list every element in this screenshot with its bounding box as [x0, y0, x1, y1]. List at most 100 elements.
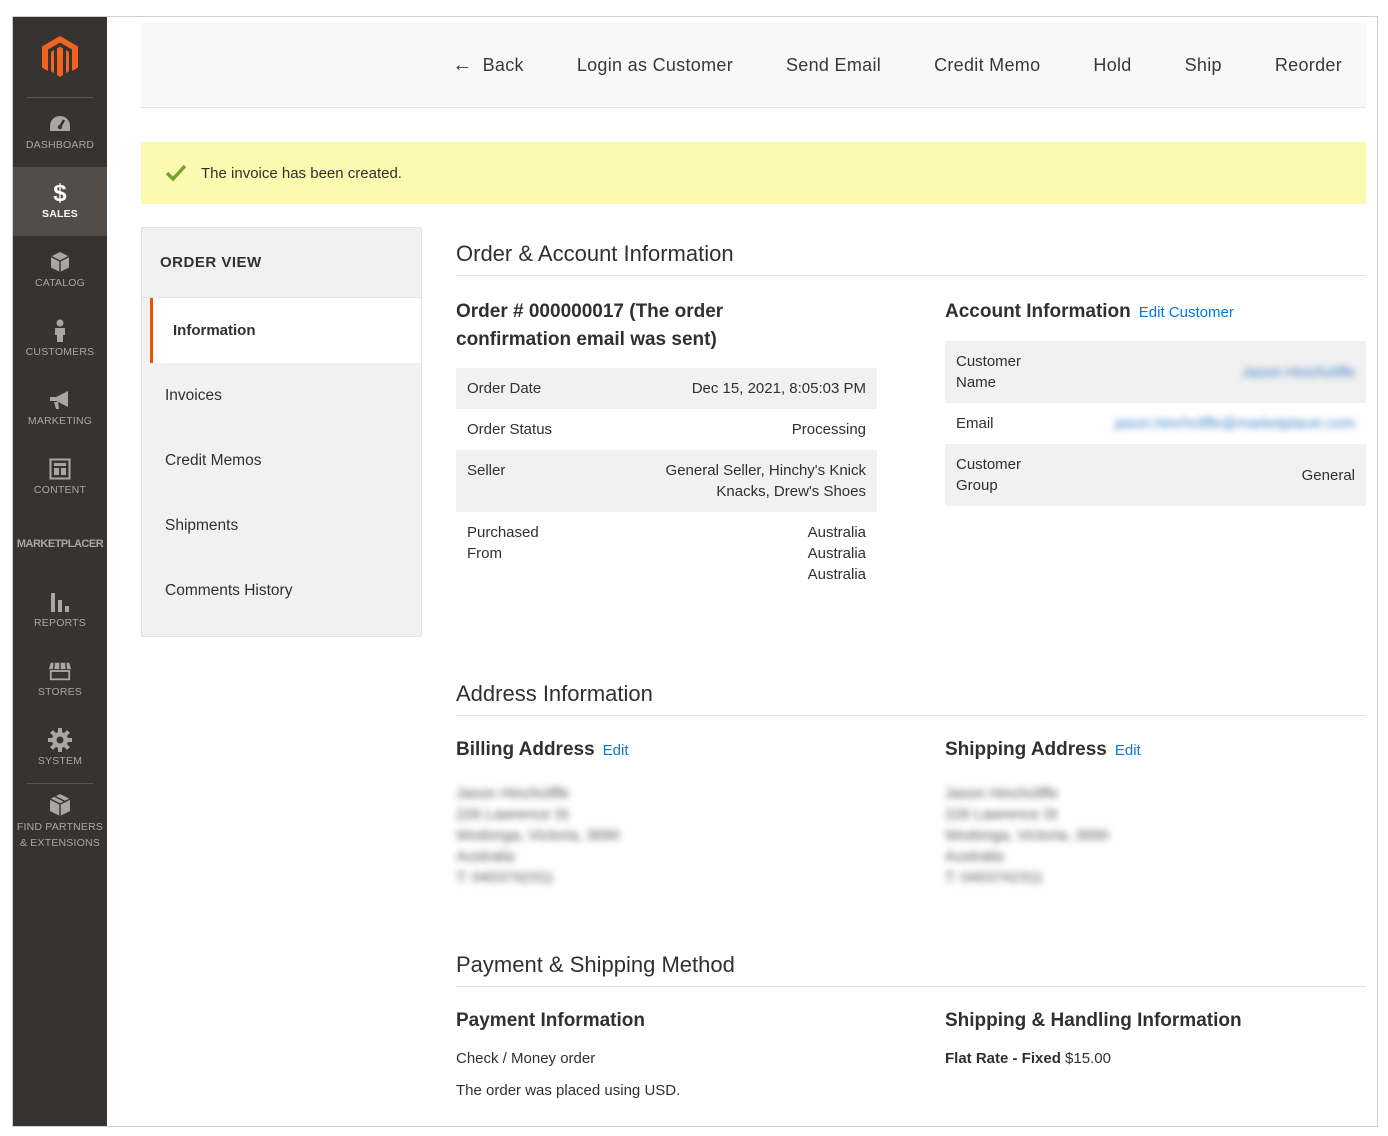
reorder-button[interactable]: Reorder: [1275, 55, 1342, 76]
sidebar-item-label: SYSTEM: [37, 755, 83, 767]
customer-name-value[interactable]: Jason Hinchcliffe: [1062, 341, 1366, 403]
back-button-label: Back: [482, 54, 524, 75]
page-content: ← Back Login as Customer Send Email Cred…: [107, 17, 1377, 1126]
billing-address-heading: Billing Address: [456, 739, 595, 760]
address-line: T: 0403742311: [456, 869, 555, 886]
sidebar-item-system[interactable]: SYSTEM: [13, 714, 107, 783]
email-label: Email: [956, 415, 994, 432]
address-line: Australia: [945, 848, 1004, 865]
order-view-tabs: ORDER VIEW Information Invoices Credit M…: [141, 227, 422, 637]
customer-group-value: General: [1062, 444, 1366, 506]
customer-name-link[interactable]: Jason Hinchcliffe: [1242, 364, 1355, 381]
admin-sidebar: DASHBOARD $ SALES CATALOG CUSTOMERS MARK…: [13, 17, 107, 1126]
table-row: Order Date Dec 15, 2021, 8:05:03 PM: [456, 368, 877, 409]
edit-shipping-address-link[interactable]: Edit: [1115, 742, 1141, 759]
customer-group-label-text: Customer Group: [956, 456, 1022, 494]
shipping-address: Jason Hinchcliffe 226 Lawrence St Wodong…: [945, 783, 1366, 888]
edit-billing-address-link[interactable]: Edit: [603, 742, 629, 759]
bar-chart-icon: [48, 590, 72, 614]
email-value[interactable]: jason.hinchcliffe@marketplacer.com: [1063, 403, 1366, 444]
tab-information[interactable]: Information: [150, 298, 421, 363]
sidebar-item-label: CONTENT: [33, 484, 87, 496]
seller-value: General Seller, Hinchy's Knick Knacks, D…: [587, 450, 877, 512]
account-information-title: Account Information Edit Customer: [945, 298, 1366, 327]
sidebar-item-content[interactable]: CONTENT: [13, 443, 107, 512]
sidebar-item-label: STORES: [37, 686, 83, 698]
account-information-block: Account Information Edit Customer Custome…: [945, 298, 1366, 595]
table-row: Purchased From Australia Australia Austr…: [456, 512, 877, 595]
order-title: Order # 000000017 (The order confirmatio…: [456, 301, 724, 350]
shipping-address-block: Shipping Address Edit Jason Hinchcliffe 2…: [945, 736, 1366, 888]
table-row: Order Status Processing: [456, 409, 877, 450]
tab-comments-history[interactable]: Comments History: [142, 558, 421, 623]
shipping-handling-block: Shipping & Handling Information Flat Rat…: [945, 1007, 1366, 1107]
sidebar-item-label: MARKETPLACER: [16, 537, 104, 550]
sidebar-item-catalog[interactable]: CATALOG: [13, 236, 107, 305]
ship-button[interactable]: Ship: [1185, 55, 1222, 76]
customer-name-label: Customer Name: [945, 341, 1063, 403]
tab-invoices[interactable]: Invoices: [142, 363, 421, 428]
login-as-customer-button[interactable]: Login as Customer: [577, 55, 733, 76]
payment-shipping-section-title: Payment & Shipping Method: [456, 952, 1366, 987]
storefront-icon: [48, 659, 72, 683]
address-line: Australia: [456, 848, 515, 865]
shipping-price: $15.00: [1065, 1050, 1111, 1067]
sidebar-item-customers[interactable]: CUSTOMERS: [13, 305, 107, 374]
sidebar-item-stores[interactable]: STORES: [13, 645, 107, 714]
send-email-button[interactable]: Send Email: [786, 55, 881, 76]
credit-memo-button[interactable]: Credit Memo: [934, 55, 1040, 76]
success-message: The invoice has been created.: [141, 142, 1366, 204]
seller-value-text: General Seller, Hinchy's Knick Knacks, D…: [665, 462, 866, 500]
cube-icon: [48, 793, 72, 817]
magento-logo-icon[interactable]: [13, 17, 107, 97]
customer-email-link[interactable]: jason.hinchcliffe@marketplacer.com: [1115, 415, 1355, 432]
billing-address-block: Billing Address Edit Jason Hinchcliffe 22…: [456, 736, 877, 888]
sidebar-item-sales[interactable]: $ SALES: [13, 167, 107, 236]
order-status-value: Processing: [791, 421, 866, 438]
shipping-address-heading: Shipping Address: [945, 739, 1107, 760]
payment-method: Check / Money order: [456, 1050, 596, 1067]
order-information-table: Order Date Dec 15, 2021, 8:05:03 PM Orde…: [456, 368, 877, 595]
tab-credit-memos[interactable]: Credit Memos: [142, 428, 421, 493]
sidebar-item-label: DASHBOARD: [25, 139, 95, 151]
account-information-table: Customer Name Jason Hinchcliffe Email ja…: [945, 341, 1366, 506]
sidebar-item-label: CUSTOMERS: [25, 346, 95, 358]
sidebar-item-marketing[interactable]: MARKETING: [13, 374, 107, 443]
megaphone-icon: [48, 388, 72, 412]
shipping-address-title: Shipping Address Edit: [945, 736, 1366, 765]
purchased-from-value: Australia Australia Australia: [587, 512, 877, 595]
order-date-value: Dec 15, 2021, 8:05:03 PM: [587, 368, 877, 409]
back-button[interactable]: ← Back: [452, 54, 524, 77]
edit-customer-link[interactable]: Edit Customer: [1139, 304, 1234, 321]
address-line: Jason Hinchcliffe: [945, 785, 1059, 802]
person-icon: [48, 319, 72, 343]
success-message-text: The invoice has been created.: [201, 164, 402, 182]
sidebar-item-find-partners[interactable]: FIND PARTNERS & EXTENSIONS: [13, 784, 107, 860]
sidebar-item-label: SALES: [41, 208, 78, 220]
arrow-left-icon: ←: [452, 53, 473, 76]
purchased-from-store-view: Australia: [807, 566, 866, 583]
purchased-from-label: Purchased From: [456, 512, 587, 595]
address-line: Wodonga, Victoria, 3690: [456, 827, 620, 844]
address-line: Jason Hinchcliffe: [456, 785, 570, 802]
tab-shipments[interactable]: Shipments: [142, 493, 421, 558]
shipping-handling-title: Shipping & Handling Information: [945, 1010, 1242, 1031]
table-row: Seller General Seller, Hinchy's Knick Kn…: [456, 450, 877, 512]
shipping-method: Flat Rate - Fixed $15.00: [945, 1043, 1366, 1075]
checkmark-icon: [165, 164, 187, 182]
admin-window: DASHBOARD $ SALES CATALOG CUSTOMERS MARK…: [12, 16, 1378, 1127]
dashboard-icon: [48, 112, 72, 136]
order-information-main: Order & Account Information Order # 0000…: [456, 227, 1366, 1107]
currency-note: The order was placed using USD.: [456, 1082, 681, 1099]
hold-button[interactable]: Hold: [1093, 55, 1131, 76]
sidebar-item-marketplacer[interactable]: MARKETPLACER: [13, 512, 107, 576]
purchased-from-website: Australia: [807, 524, 866, 541]
layout-icon: [48, 457, 72, 481]
billing-address: Jason Hinchcliffe 226 Lawrence St Wodong…: [456, 783, 877, 888]
sidebar-item-reports[interactable]: REPORTS: [13, 576, 107, 645]
payment-information-title: Payment Information: [456, 1010, 645, 1031]
address-line: 226 Lawrence St: [456, 806, 569, 823]
purchased-from-label-text: Purchased From: [467, 524, 539, 562]
sidebar-item-dashboard[interactable]: DASHBOARD: [13, 98, 107, 167]
sidebar-item-label: CATALOG: [34, 277, 86, 289]
